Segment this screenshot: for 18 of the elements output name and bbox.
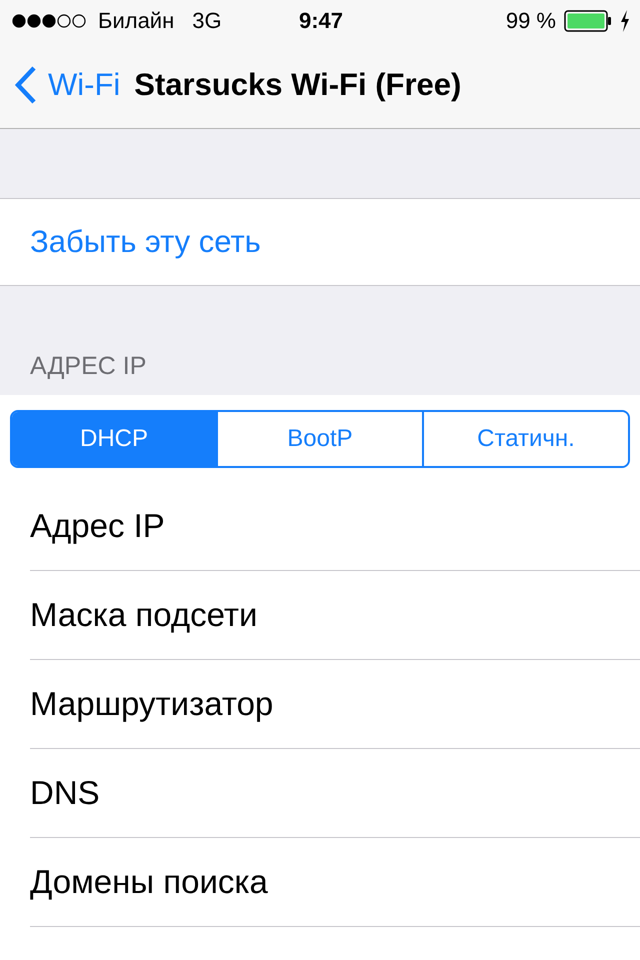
row-label: Адрес IP: [30, 507, 165, 545]
segment-tab[interactable]: DHCP: [12, 412, 216, 466]
network-title: Starsucks Wi-Fi (Free): [134, 67, 462, 103]
network-type: 3G: [192, 8, 222, 34]
row-label: Маска подсети: [30, 596, 258, 634]
carrier-name: Билайн: [98, 8, 174, 34]
back-chevron-icon: [14, 65, 38, 105]
forget-network-button[interactable]: Забыть эту сеть: [0, 199, 640, 285]
row-label: DNS: [30, 774, 100, 812]
signal-icon: [12, 14, 88, 28]
clock-time: 9:47: [298, 8, 344, 34]
row-label: Маршрутизатор: [30, 685, 274, 723]
back-button[interactable]: Wi-Fi: [14, 65, 120, 105]
battery-icon: [564, 10, 612, 32]
battery-percent: 99 %: [506, 8, 556, 34]
segment-tab[interactable]: Статичн.: [422, 412, 628, 466]
row-label: Домены поиска: [30, 863, 268, 901]
section-header: АДРЕС IP: [30, 352, 146, 381]
